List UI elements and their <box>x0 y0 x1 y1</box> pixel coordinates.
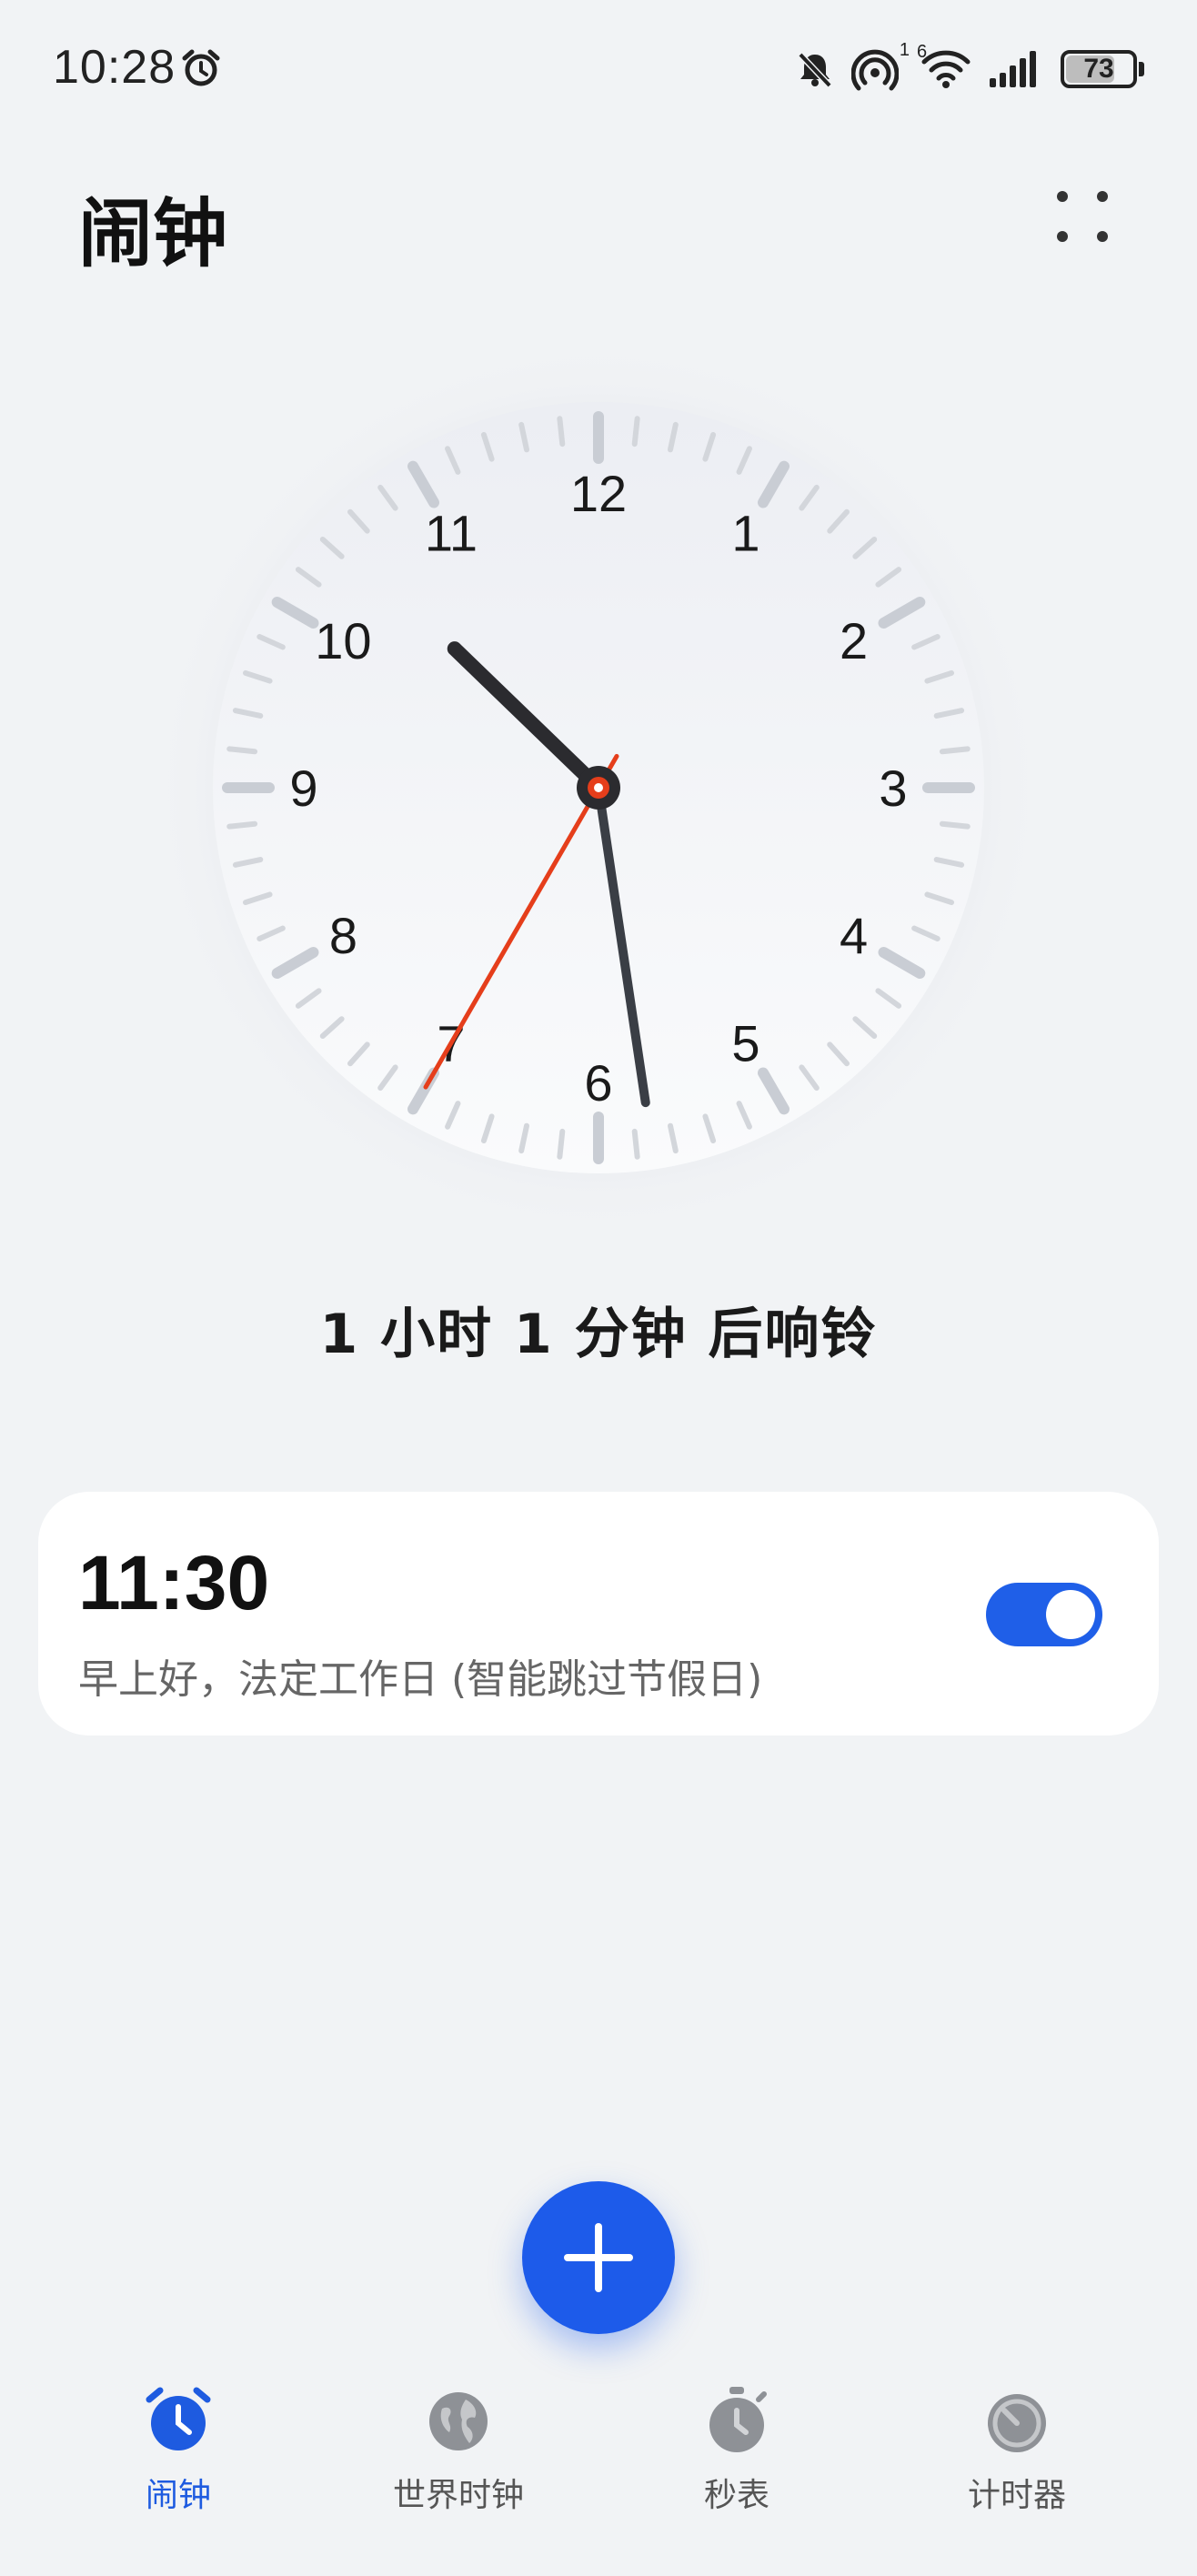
alarm-toggle[interactable] <box>986 1583 1102 1646</box>
minute-tick <box>557 416 566 448</box>
battery-icon: 73 <box>1061 50 1137 88</box>
analog-clock: 121234567891011 <box>147 337 1050 1239</box>
clock-numeral: 12 <box>570 465 627 522</box>
more-dot <box>1097 191 1108 202</box>
wifi-badge: 6 <box>917 42 928 62</box>
minute-tick <box>939 746 971 755</box>
clock-numeral: 1 <box>731 504 759 561</box>
clock-numeral: 10 <box>315 612 371 669</box>
more-options-button[interactable] <box>1046 180 1119 253</box>
next-alarm-countdown: 1 小时 1 分钟 后响铃 <box>319 1303 878 1366</box>
alarm-item[interactable]: 11:30 早上好，法定工作日 (智能跳过节假日) <box>38 1492 1159 1736</box>
more-dot <box>1057 191 1068 202</box>
minute-tick <box>631 416 640 448</box>
hotspot-badge: 1 <box>899 40 910 60</box>
minute-tick <box>226 746 258 755</box>
wifi-icon <box>921 50 971 88</box>
clock-numeral: 11 <box>425 504 478 561</box>
minute-tick <box>226 820 258 830</box>
clock-numeral: 9 <box>289 760 317 817</box>
page-title: 闹钟 <box>78 191 228 277</box>
more-dot <box>1057 231 1068 242</box>
tab-label: 秒表 <box>703 2477 770 2514</box>
hotspot-icon <box>851 49 899 91</box>
bell-off-icon <box>798 52 832 88</box>
hotspot-indicator: 1 <box>851 40 910 91</box>
timer-icon <box>988 2394 1046 2452</box>
minute-tick <box>557 1128 566 1160</box>
battery-indicator: 73 <box>1061 50 1144 88</box>
clock-numeral: 6 <box>584 1054 612 1112</box>
more-dot <box>1097 231 1108 242</box>
tab-label: 计时器 <box>967 2477 1066 2514</box>
clock-face: 121234567891011 <box>149 338 1048 1237</box>
globe-icon <box>429 2392 488 2450</box>
plus-icon <box>564 2223 633 2292</box>
clock-center-pin <box>594 783 603 792</box>
status-icons: 1 6 73 <box>795 40 1144 96</box>
clock-numeral: 5 <box>731 1015 759 1072</box>
tab-stopwatch[interactable]: 秒表 <box>600 2365 873 2565</box>
tab-world-clock[interactable]: 世界时钟 <box>322 2365 595 2565</box>
status-time: 10:28 <box>53 41 176 94</box>
alarm-time: 11:30 <box>78 1540 270 1625</box>
minute-tick <box>631 1128 640 1160</box>
battery-cap <box>1139 62 1144 76</box>
wifi-indicator: 6 <box>917 42 971 89</box>
stopwatch-icon <box>709 2387 767 2452</box>
signal-icon <box>990 51 1036 87</box>
clock-numeral: 2 <box>840 612 868 669</box>
clock-numeral: 3 <box>879 760 907 817</box>
tab-alarm[interactable]: 闹钟 <box>42 2365 315 2565</box>
bottom-navigation: 闹钟 世界时钟 秒表 计时器 <box>0 2365 1197 2576</box>
battery-level: 73 <box>1083 54 1114 84</box>
tab-timer[interactable]: 计时器 <box>880 2365 1153 2565</box>
toggle-knob <box>1046 1590 1095 1639</box>
alarm-label: 早上好，法定工作日 (智能跳过节假日) <box>78 1656 763 1703</box>
clock-numeral: 4 <box>840 907 868 964</box>
tab-label: 闹钟 <box>145 2477 211 2514</box>
minute-tick <box>939 820 971 830</box>
status-bar: 10:28 1 6 73 <box>0 0 1197 136</box>
clock-numeral: 8 <box>329 907 357 964</box>
add-alarm-button[interactable] <box>522 2181 675 2334</box>
tab-label: 世界时钟 <box>392 2477 524 2514</box>
alarm-clock-icon <box>146 2387 211 2450</box>
alarm-clock-icon <box>182 49 220 86</box>
